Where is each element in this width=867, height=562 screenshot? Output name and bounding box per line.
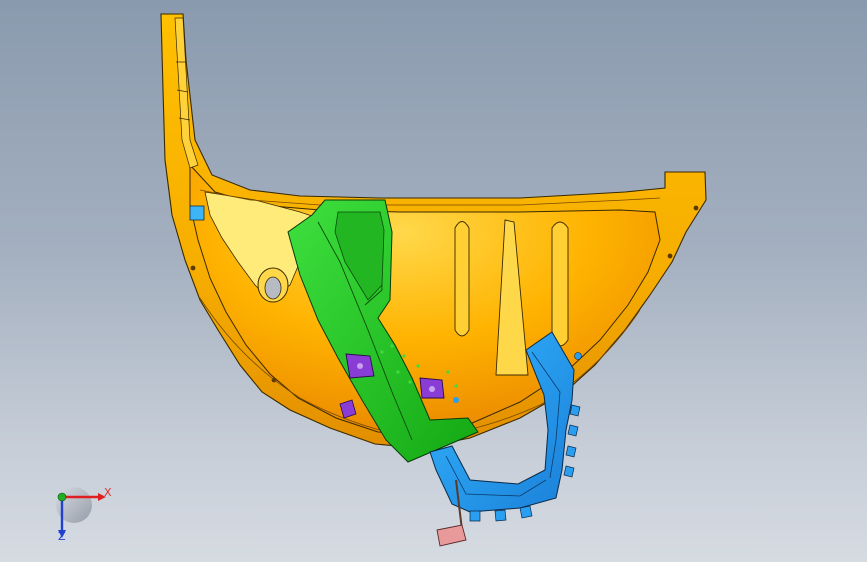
clip-blue-small[interactable] bbox=[189, 205, 205, 221]
bolt-hole bbox=[264, 276, 282, 300]
mount-hole bbox=[667, 253, 673, 259]
clip-hole bbox=[429, 386, 435, 392]
slot-rib-2 bbox=[551, 221, 569, 347]
cad-model[interactable] bbox=[0, 0, 867, 562]
mount-hole bbox=[693, 205, 699, 211]
graphics-viewport[interactable]: X Z bbox=[0, 0, 867, 562]
small-blue-fastener bbox=[453, 397, 459, 403]
slot-rib-1 bbox=[454, 221, 470, 337]
small-blue-fastener bbox=[574, 352, 582, 360]
axis-x-label: X bbox=[104, 486, 112, 499]
axis-z-label: Z bbox=[58, 530, 66, 543]
pink-pad[interactable] bbox=[436, 524, 467, 547]
clip-hole bbox=[357, 363, 363, 369]
mount-hole bbox=[190, 265, 196, 271]
